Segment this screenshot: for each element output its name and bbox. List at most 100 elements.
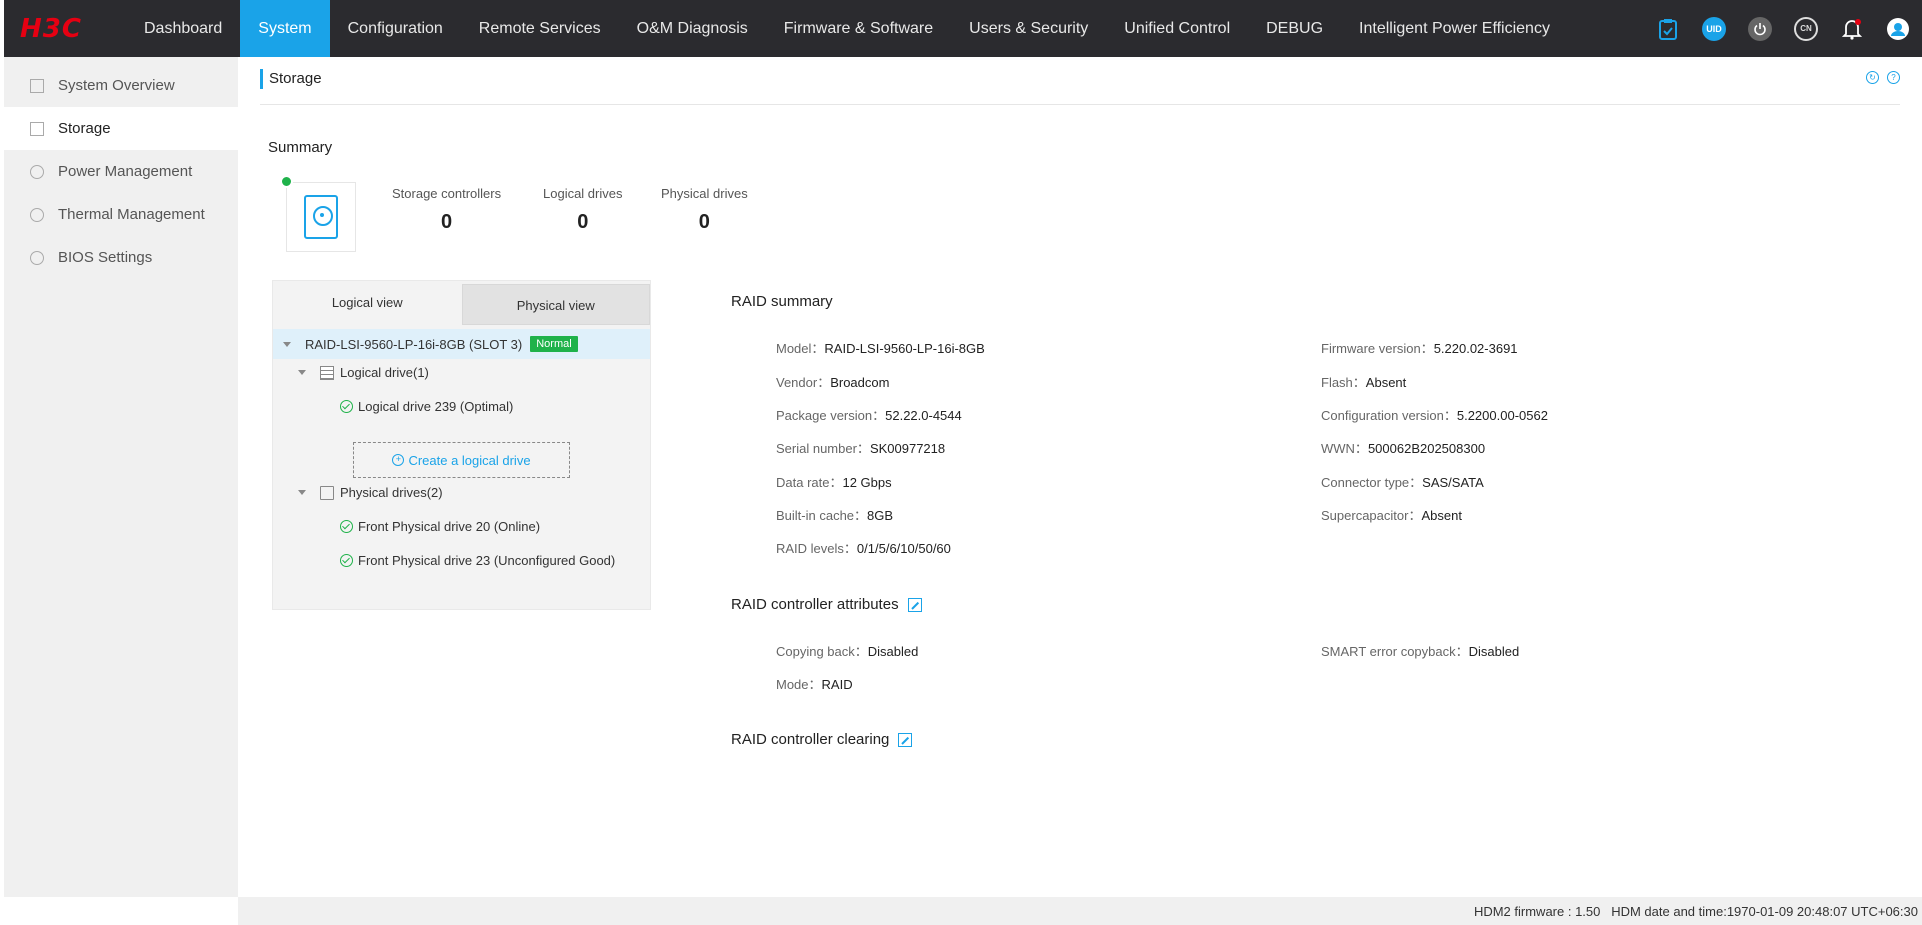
tree-node-controller[interactable]: RAID-LSI-9560-LP-16i-8GB (SLOT 3) Normal [273,329,650,359]
nav-firmware-software[interactable]: Firmware & Software [766,0,951,57]
stat-label: Physical drives [661,186,748,201]
kv-firmware-version: Firmware version：5.220.02-3691 [1321,338,1518,357]
kv-value: 500062B202508300 [1367,441,1486,456]
chevron-down-icon[interactable] [283,341,291,347]
page-header: Storage ↻ ? [260,67,1900,105]
sidebar-item-storage[interactable]: Storage [4,107,238,150]
raid-summary-heading: RAID summary [731,293,833,310]
kv-value: Disabled [1468,644,1520,659]
kv-configuration-version: Configuration version：5.2200.00-0562 [1321,405,1548,424]
hard-disk-icon [304,195,338,239]
kv-value: 5.220.02-3691 [1433,341,1518,356]
kv-smart-error-copyback: SMART error copyback：Disabled [1321,641,1519,660]
sidebar-item-label: BIOS Settings [58,249,153,266]
summary-heading: Summary [268,139,333,156]
clipboard-icon[interactable] [1656,17,1680,41]
sidebar-item-label: Thermal Management [58,206,205,223]
kv-key: Flash： [1321,375,1366,390]
chevron-down-icon[interactable] [298,490,306,495]
tree-node-physical-drive-23[interactable]: Front Physical drive 23 (Unconfigured Go… [340,553,615,568]
stat-storage-controllers: Storage controllers 0 [392,186,501,234]
main-nav: Dashboard System Configuration Remote Se… [126,0,1568,57]
create-logical-drive-button[interactable]: + Create a logical drive [353,442,570,478]
power-icon[interactable] [1748,16,1772,41]
kv-key: Built-in cache： [776,508,868,523]
kv-key: Package version： [776,408,886,423]
stat-value: 0 [577,211,589,233]
language-icon[interactable]: CN [1794,16,1818,41]
nav-users-security[interactable]: Users & Security [951,0,1106,57]
bell-icon[interactable] [1840,17,1864,41]
nav-dashboard[interactable]: Dashboard [126,0,240,57]
tree-node-physical-drives[interactable]: Physical drives(2) [298,485,443,500]
section-title: RAID summary [731,293,833,310]
sidebar-item-power-management[interactable]: Power Management [4,150,238,193]
tree-node-logical-drives[interactable]: Logical drive(1) [298,365,429,380]
kv-key: Model： [776,341,825,356]
kv-key: Copying back： [776,644,868,659]
kv-data-rate: Data rate：12 Gbps [776,472,892,491]
stat-label: Logical drives [543,186,623,201]
sidebar-item-system-overview[interactable]: System Overview [4,64,238,107]
kv-value: Absent [1365,375,1407,390]
kv-model: Model：RAID-LSI-9560-LP-16i-8GB [776,338,985,357]
sidebar-item-bios-settings[interactable]: BIOS Settings [4,236,238,279]
help-icon[interactable]: ? [1887,71,1900,84]
create-label: Create a logical drive [408,452,531,468]
tree-node-logical-drive-239[interactable]: Logical drive 239 (Optimal) [340,399,513,414]
kv-wwn: WWN：500062B202508300 [1321,438,1485,457]
status-badge: Normal [530,336,578,352]
kv-value: 5.2200.00-0562 [1456,408,1548,423]
kv-key: Configuration version： [1321,408,1457,423]
edit-icon[interactable] [907,597,922,612]
controller-name: RAID-LSI-9560-LP-16i-8GB (SLOT 3) [305,336,523,352]
refresh-icon[interactable]: ↻ [1866,71,1879,84]
section-title: RAID controller clearing [731,731,890,748]
nav-om-diagnosis[interactable]: O&M Diagnosis [619,0,766,57]
check-circle-icon [340,520,353,533]
tree-node-physical-drive-20[interactable]: Front Physical drive 20 (Online) [340,519,540,534]
sidebar-item-label: Storage [58,120,111,137]
document-icon [30,78,44,93]
tab-physical-view[interactable]: Physical view [461,284,650,325]
kv-key: WWN： [1321,441,1368,456]
tab-logical-view[interactable]: Logical view [273,281,462,325]
kv-vendor: Vendor：Broadcom [776,372,889,391]
storage-summary-card [286,182,356,252]
h3c-logo[interactable]: H3C [4,0,126,57]
nav-debug[interactable]: DEBUG [1248,0,1341,57]
kv-key: Mode： [776,677,822,692]
sidebar-item-label: Power Management [58,163,193,180]
kv-key: Firmware version： [1321,341,1434,356]
edit-icon[interactable] [898,732,913,747]
nav-remote-services[interactable]: Remote Services [461,0,619,57]
user-avatar-icon[interactable] [1886,17,1910,41]
plus-circle-icon: + [392,454,405,466]
uid-icon[interactable]: UID [1702,16,1726,41]
stat-label: Storage controllers [392,186,502,201]
check-circle-icon [340,400,353,413]
footer-text: HDM2 firmware : 1.50 HDM date and time:1… [1474,904,1918,919]
sidebar: System Overview Storage Power Management… [4,57,238,897]
drive-label: Logical drive 239 (Optimal) [358,399,514,414]
storage-icon [30,121,44,136]
nav-configuration[interactable]: Configuration [330,0,461,57]
kv-value: Disabled [867,644,919,659]
settings-icon [30,250,44,265]
sidebar-item-thermal-management[interactable]: Thermal Management [4,193,238,236]
kv-value: 12 Gbps [842,475,892,490]
group-label: Logical drive(1) [340,365,429,380]
nav-system[interactable]: System [240,0,330,57]
nav-unified-control[interactable]: Unified Control [1106,0,1248,57]
status-dot-icon [280,175,293,188]
kv-key: SMART error copyback： [1321,644,1469,659]
nav-intelligent-power-efficiency[interactable]: Intelligent Power Efficiency [1341,0,1568,57]
kv-value: SK00977218 [869,441,946,456]
chevron-down-icon[interactable] [298,370,306,375]
top-icons: UID CN [1656,0,1910,57]
logical-drive-icon [320,365,334,380]
kv-value: 52.22.0-4544 [885,408,962,423]
raid-clearing-heading: RAID controller clearing [731,731,913,748]
stat-value: 0 [698,211,710,233]
stat-value: 0 [441,211,453,233]
